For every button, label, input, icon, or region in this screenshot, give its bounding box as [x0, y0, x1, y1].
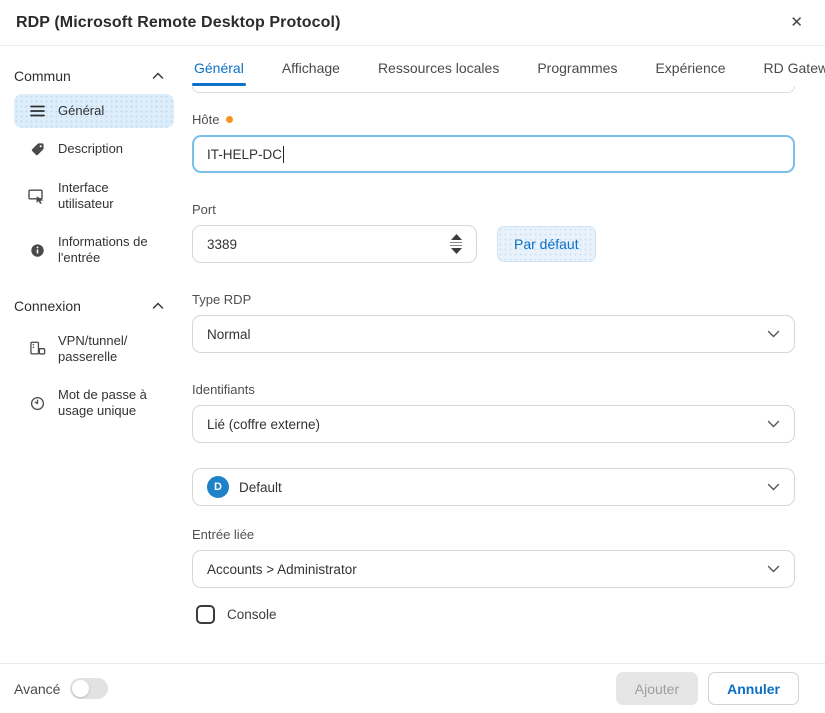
main-panel: Général Affichage Ressources locales Pro… [182, 46, 825, 663]
sidebar-item-general[interactable]: Général [14, 94, 174, 128]
tab-display[interactable]: Affichage [280, 60, 342, 86]
linked-entry-value: Accounts > Administrator [207, 562, 357, 577]
host-value: IT-HELP-DC [207, 147, 282, 162]
rdp-entry-dialog: RDP (Microsoft Remote Desktop Protocol) … [0, 0, 825, 713]
chevron-down-icon [767, 483, 780, 491]
console-checkbox[interactable] [196, 605, 215, 624]
tab-rd-gateway[interactable]: RD Gateway [762, 60, 825, 86]
clock-icon [28, 396, 46, 411]
hamburger-icon [28, 105, 46, 117]
linked-entry-label: Entrée liée [192, 527, 795, 542]
port-spinner[interactable] [450, 234, 462, 254]
port-label: Port [192, 202, 795, 217]
chevron-down-icon [767, 330, 780, 338]
sidebar-item-description[interactable]: Description [14, 132, 174, 166]
spinner-down-icon [451, 248, 462, 254]
port-input[interactable]: 3389 [192, 225, 477, 263]
rdp-type-value: Normal [207, 327, 251, 342]
sidebar-item-label: Description [58, 141, 123, 157]
credentials-select[interactable]: Lié (coffre externe) [192, 405, 795, 443]
rdp-type-label: Type RDP [192, 292, 795, 307]
advanced-toggle[interactable] [70, 678, 108, 699]
cancel-button[interactable]: Annuler [708, 672, 799, 705]
tab-experience[interactable]: Expérience [653, 60, 727, 86]
console-label: Console [227, 607, 277, 622]
sidebar-item-otp[interactable]: Mot de passe à usage unique [14, 378, 174, 429]
monitor-cursor-icon [28, 188, 46, 204]
text-caret [283, 146, 284, 163]
sidebar-section-common-label: Commun [14, 68, 71, 84]
sidebar-item-label: VPN/tunnel/ passerelle [58, 333, 166, 366]
general-form: Hôte IT-HELP-DC Port 3389 [182, 86, 825, 663]
linked-entry-select[interactable]: Accounts > Administrator [192, 550, 795, 588]
sidebar-item-label: Informations de l'entrée [58, 234, 166, 267]
required-indicator [226, 116, 233, 123]
spinner-up-icon [451, 234, 462, 240]
tab-general[interactable]: Général [192, 60, 246, 86]
advanced-label: Avancé [14, 681, 60, 697]
sidebar-section-connection-label: Connexion [14, 298, 81, 314]
credential-source-value: Default [239, 480, 282, 495]
console-option: Console [192, 605, 795, 624]
dialog-footer: Avancé Ajouter Annuler [0, 663, 825, 713]
credential-source-select[interactable]: D Default [192, 468, 795, 506]
sidebar-item-label: Mot de passe à usage unique [58, 387, 166, 420]
dialog-title: RDP (Microsoft Remote Desktop Protocol) [16, 14, 341, 32]
tab-bar: Général Affichage Ressources locales Pro… [182, 46, 825, 86]
port-value: 3389 [207, 237, 237, 252]
tag-icon [28, 142, 46, 157]
tab-local-resources[interactable]: Ressources locales [376, 60, 501, 86]
vault-avatar: D [207, 476, 229, 498]
scrolled-field-remnant [192, 86, 795, 93]
info-icon [28, 243, 46, 258]
add-button[interactable]: Ajouter [616, 672, 698, 705]
credentials-value: Lié (coffre externe) [207, 417, 320, 432]
credentials-label: Identifiants [192, 382, 795, 397]
chevron-down-icon [767, 565, 780, 573]
vpn-tunnel-icon [28, 341, 46, 356]
chevron-up-icon [152, 302, 164, 310]
sidebar-item-vpn-tunnel[interactable]: VPN/tunnel/ passerelle [14, 324, 174, 375]
sidebar-section-connection[interactable]: Connexion [14, 294, 174, 324]
sidebar-item-entry-info[interactable]: Informations de l'entrée [14, 225, 174, 276]
toggle-knob [72, 680, 89, 697]
sidebar-section-common[interactable]: Commun [14, 64, 174, 94]
tab-programs[interactable]: Programmes [535, 60, 619, 86]
settings-sidebar: Commun Général Description [0, 46, 182, 663]
close-icon[interactable]: ✕ [786, 11, 807, 34]
host-label: Hôte [192, 112, 795, 127]
sidebar-item-label: Interface utilisateur [58, 180, 166, 213]
chevron-up-icon [152, 72, 164, 80]
rdp-type-select[interactable]: Normal [192, 315, 795, 353]
dialog-header: RDP (Microsoft Remote Desktop Protocol) … [0, 0, 825, 46]
chevron-down-icon [767, 420, 780, 428]
host-input[interactable]: IT-HELP-DC [192, 135, 795, 173]
sidebar-item-user-interface[interactable]: Interface utilisateur [14, 171, 174, 222]
port-default-button[interactable]: Par défaut [497, 226, 596, 262]
sidebar-item-label: Général [58, 103, 104, 119]
